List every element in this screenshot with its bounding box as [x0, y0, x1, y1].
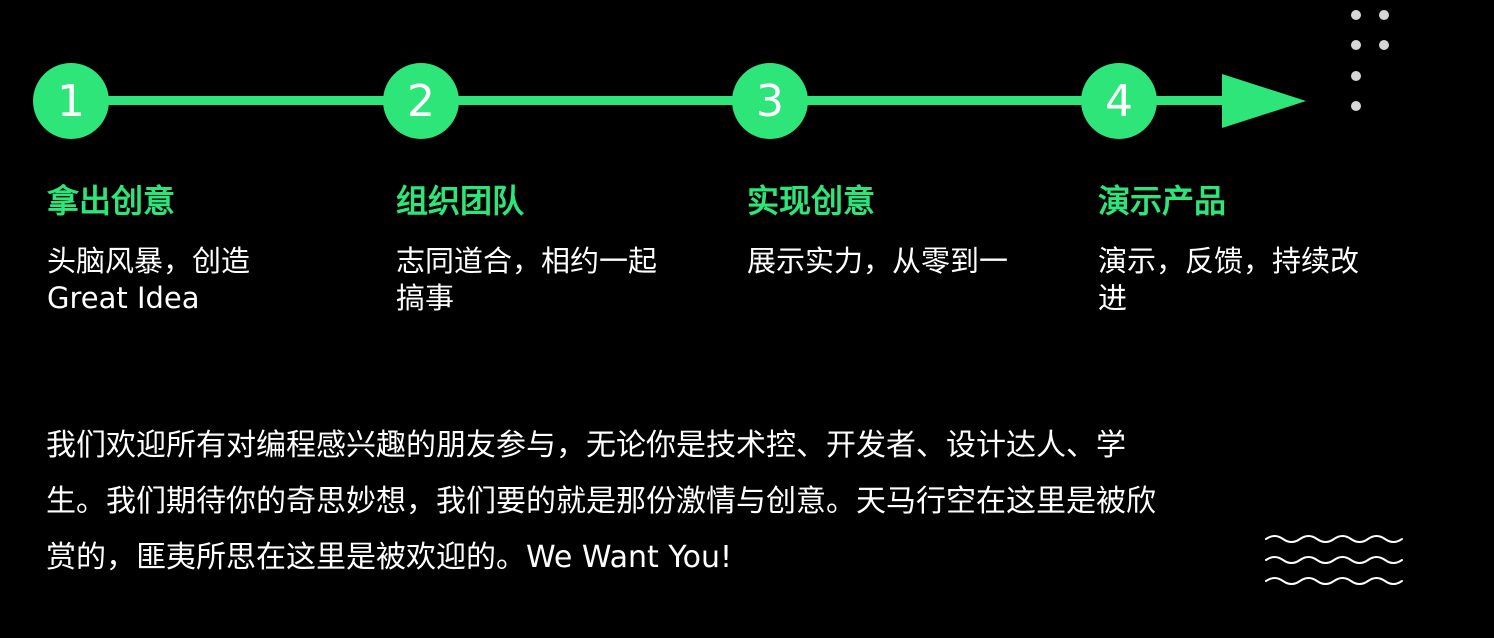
step-4-number-badge: 4	[1081, 63, 1157, 139]
step-3-title: 实现创意	[747, 182, 876, 220]
dot	[1379, 10, 1389, 20]
step-2-description: 志同道合，相约一起搞事	[396, 244, 658, 315]
dot	[1351, 10, 1361, 20]
step-3-description: 展示实力，从零到一	[747, 244, 1009, 278]
dot	[1351, 40, 1361, 50]
step-1-title: 拿出创意	[47, 182, 176, 220]
timeline-line	[70, 96, 1230, 105]
step-4-title: 演示产品	[1098, 182, 1227, 220]
step-2-number: 2	[407, 75, 435, 127]
step-4-description: 演示，反馈，持续改进	[1098, 244, 1360, 315]
timeline-arrowhead-icon	[1222, 74, 1306, 128]
dot	[1351, 101, 1361, 111]
intro-paragraph: 我们欢迎所有对编程感兴趣的朋友参与，无论你是技术控、开发者、设计达人、学生。我们…	[46, 428, 1156, 575]
step-3-number-badge: 3	[732, 63, 808, 139]
wave-lines-icon	[1265, 535, 1403, 585]
step-3-number: 3	[756, 75, 784, 127]
step-2-number-badge: 2	[383, 63, 459, 139]
step-1-description: 头脑风暴，创造 Great Idea	[47, 244, 251, 315]
dot	[1379, 40, 1389, 50]
step-1-number: 1	[57, 75, 85, 127]
step-4-number: 4	[1105, 75, 1133, 127]
dot	[1351, 71, 1361, 81]
step-1-number-badge: 1	[33, 63, 109, 139]
step-2-title: 组织团队	[396, 182, 525, 220]
